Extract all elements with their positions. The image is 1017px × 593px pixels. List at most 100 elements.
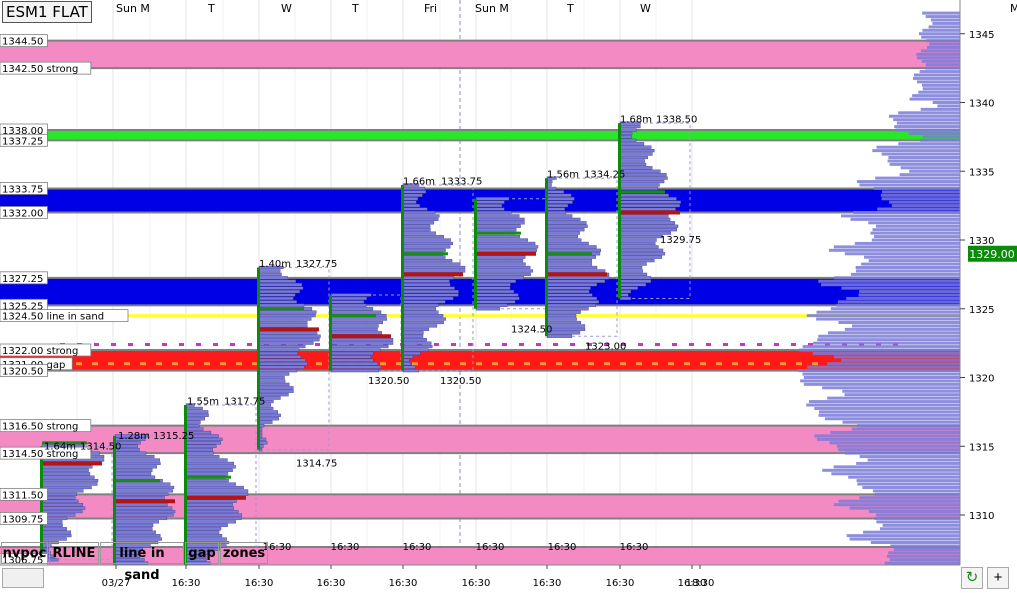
profile-bar [258, 437, 267, 441]
composite-profile-bar [932, 21, 960, 25]
profile-bar [402, 269, 466, 273]
composite-profile-bar [876, 513, 960, 517]
profile-bar [619, 296, 631, 301]
profile-bar [258, 314, 316, 318]
profile-bar [330, 348, 381, 352]
composite-profile-bar [881, 152, 960, 156]
nvpoc-button[interactable]: nvpoc [1, 542, 48, 564]
composite-profile-bar [867, 458, 960, 462]
line-in-sand-button[interactable]: line in sand [100, 542, 184, 583]
composite-profile-bar [848, 475, 960, 479]
composite-profile-bar [829, 441, 960, 445]
profile-bar [258, 365, 305, 369]
composite-profile-bar [914, 73, 960, 77]
profile-bar [114, 461, 161, 466]
poc-line [547, 272, 607, 277]
profile-bar [185, 461, 235, 466]
profile-bar [619, 155, 648, 160]
profile-bar [258, 334, 321, 338]
profile-bar [185, 420, 201, 424]
range-bar [401, 185, 404, 371]
price-tick-label: 1345 [969, 30, 994, 41]
profile-bar [475, 221, 525, 225]
profile-bar [619, 162, 647, 166]
profile-bar [546, 190, 565, 194]
profile-bar [402, 228, 431, 232]
gap-button[interactable]: gap [185, 542, 219, 564]
composite-profile-bar [894, 125, 960, 129]
profile-bar [258, 362, 308, 366]
annotation-label: 1.40m [259, 259, 291, 270]
profile-bar [114, 520, 159, 524]
scroll-box[interactable] [2, 568, 44, 588]
profile-bar [475, 204, 503, 208]
profile-bar [402, 348, 429, 352]
profile-bar [619, 283, 647, 287]
profile-bar [258, 293, 296, 297]
profile-bar [258, 272, 282, 276]
composite-profile-bar [898, 142, 960, 146]
profile-bar [258, 276, 288, 280]
composite-profile-bar [890, 544, 960, 548]
chart-area[interactable]: 1310 1315 1320 1325 1330 1335 1340 1345 1329.00 M… [0, 0, 1017, 593]
profile-bar [258, 324, 308, 328]
annotation-label: 1329.75 [660, 235, 701, 246]
composite-profile-bar [919, 70, 960, 74]
profile-bar [258, 413, 281, 417]
profile-bar [619, 286, 639, 290]
profile-bar [402, 221, 435, 225]
profile-bar [185, 444, 217, 448]
profile-bar [114, 465, 157, 469]
profile-bar [185, 534, 223, 538]
profile-bar [41, 534, 72, 538]
add-button[interactable]: + [987, 567, 1009, 589]
composite-profile-bar [920, 107, 960, 111]
profile-bar [546, 286, 591, 290]
zones-button[interactable]: zones [220, 542, 268, 564]
composite-profile-bar [859, 183, 960, 187]
chart-svg[interactable]: 1310 1315 1320 1325 1330 1335 1340 1345 1329.00 M… [0, 0, 1017, 593]
profile-bar [185, 503, 233, 507]
composite-profile-bar [824, 417, 960, 421]
zone-label: 1309.75 [2, 514, 43, 525]
composite-profile-bar [853, 211, 960, 214]
profile-bar [330, 355, 372, 359]
profile-bar [475, 234, 521, 239]
composite-profile-bar [818, 334, 960, 338]
composite-profile-bar [884, 561, 960, 565]
composite-profile-bar [922, 11, 960, 15]
profile-bar [619, 234, 663, 239]
profile-bar [619, 293, 629, 297]
composite-profile-bar [798, 369, 960, 373]
profile-bar [402, 296, 454, 301]
refresh-icon[interactable]: ↻ [961, 567, 983, 589]
annotation-label: 1.66m [403, 177, 435, 188]
profile-bar [475, 279, 516, 283]
composite-profile-bar [850, 272, 960, 276]
composite-profile-bar [857, 424, 960, 428]
zone-label: 1333.75 [2, 184, 43, 195]
profile-bar [402, 344, 433, 349]
range-bar [618, 123, 621, 299]
profile-bar [619, 214, 669, 218]
composite-profile-bar [877, 207, 960, 211]
composite-profile-bar [798, 348, 960, 352]
profile-bar [330, 324, 379, 328]
composite-profile-bar [813, 341, 960, 345]
rline-button[interactable]: RLINE [49, 542, 99, 564]
profile-bar [546, 293, 593, 297]
profile-bar [546, 231, 580, 235]
annotation-label: 1324.50 [511, 324, 552, 335]
profile-bar [258, 441, 268, 445]
composite-profile-bar [857, 180, 960, 184]
composite-profile-bar [922, 135, 960, 139]
composite-profile-bar [830, 307, 960, 311]
profile-bar [185, 458, 228, 462]
profile-bar [546, 197, 575, 201]
composite-profile-bar [816, 437, 960, 441]
composite-profile-bar [880, 193, 960, 197]
composite-profile-bar [800, 379, 960, 383]
profile-bar [114, 482, 171, 486]
profile-bar [258, 410, 278, 414]
value-line [476, 231, 521, 235]
